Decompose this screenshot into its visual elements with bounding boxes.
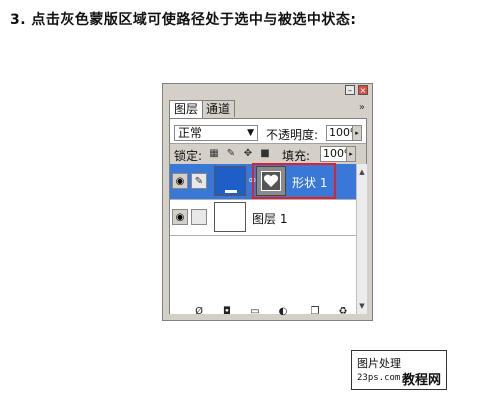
opacity-field[interactable]: 100% ▸	[326, 125, 362, 141]
eye-icon[interactable]: ◉	[172, 209, 188, 225]
trash-icon[interactable]: ♻	[337, 306, 349, 318]
panel-bottom-toolbar: Ø ◘ ▭ ◐ ❐ ♻	[169, 306, 367, 318]
chevron-down-icon: ▼	[247, 128, 254, 138]
new-group-icon[interactable]: ▭	[249, 306, 261, 318]
eye-icon[interactable]: ◉	[172, 173, 188, 189]
layer-list: ◉ ✎ ∞ 形状 1 ◉ 图层 1	[170, 163, 356, 314]
layer-style-icon[interactable]: Ø	[193, 306, 205, 318]
scroll-up-icon[interactable]: ▲	[357, 167, 367, 177]
layer-name-layer1[interactable]: 图层 1	[252, 210, 287, 227]
fill-label: 填充:	[282, 149, 311, 163]
watermark-line3: 教程网	[402, 373, 442, 388]
opacity-spin-icon[interactable]: ▸	[352, 126, 361, 140]
tab-layers[interactable]: 图层	[169, 100, 204, 118]
blend-mode-select[interactable]: 正常 ▼	[174, 125, 258, 141]
panel-body: 正常 ▼ 不透明度: 100% ▸ 锁定: ▦ ✎ ✥ ■ 填充: 100% ▸…	[169, 118, 367, 314]
layer-thumbnail[interactable]	[214, 166, 246, 196]
adjustment-layer-icon[interactable]: ◐	[277, 306, 289, 318]
fill-field[interactable]: 100% ▸	[320, 146, 356, 162]
layer-name-shape[interactable]: 形状 1	[292, 174, 327, 191]
brush-icon[interactable]: ✎	[191, 173, 207, 189]
panel-menu-icon[interactable]: »	[359, 102, 365, 113]
lock-move-icon[interactable]: ✥	[242, 148, 254, 160]
new-layer-icon[interactable]: ❐	[309, 306, 321, 318]
lock-label: 锁定:	[174, 149, 203, 163]
layer-row-layer1[interactable]: ◉ 图层 1	[170, 200, 356, 236]
opacity-label: 不透明度:	[266, 128, 319, 142]
instruction-text: 3. 点击灰色蒙版区域可使路径处于选中与被选中状态:	[10, 12, 357, 28]
add-mask-icon[interactable]: ◘	[221, 306, 233, 318]
close-icon[interactable]: ×	[358, 85, 368, 95]
lock-transparent-icon[interactable]: ▦	[208, 148, 220, 160]
watermark-line1: 图片处理	[357, 357, 401, 370]
minimize-icon[interactable]: –	[345, 85, 355, 95]
layer-row-shape[interactable]: ◉ ✎ ∞ 形状 1	[170, 163, 356, 200]
lock-paint-icon[interactable]: ✎	[225, 148, 237, 160]
blend-mode-value: 正常	[178, 126, 203, 140]
brush-slot[interactable]	[191, 209, 207, 225]
shape-fill-marker	[225, 190, 237, 193]
layer-thumbnail[interactable]	[214, 202, 246, 232]
site-watermark: 图片处理 23ps.com 教程网	[351, 350, 447, 390]
lock-all-icon[interactable]: ■	[259, 148, 271, 160]
lock-row: 锁定: ▦ ✎ ✥ ■ 填充: 100% ▸	[170, 143, 366, 164]
watermark-line2: 23ps.com	[357, 373, 401, 383]
fill-spin-icon[interactable]: ▸	[346, 147, 355, 161]
blend-row: 正常 ▼ 不透明度: 100% ▸	[174, 123, 362, 143]
layers-panel: – × 图层 通道 » 正常 ▼ 不透明度: 100% ▸ 锁定: ▦ ✎ ✥ …	[162, 83, 373, 321]
panel-titlebar: – ×	[163, 84, 372, 96]
tab-channels[interactable]: 通道	[201, 100, 236, 117]
panel-tabs: 图层 通道 »	[169, 100, 367, 118]
layer-scrollbar[interactable]: ▲ ▼	[356, 164, 367, 314]
